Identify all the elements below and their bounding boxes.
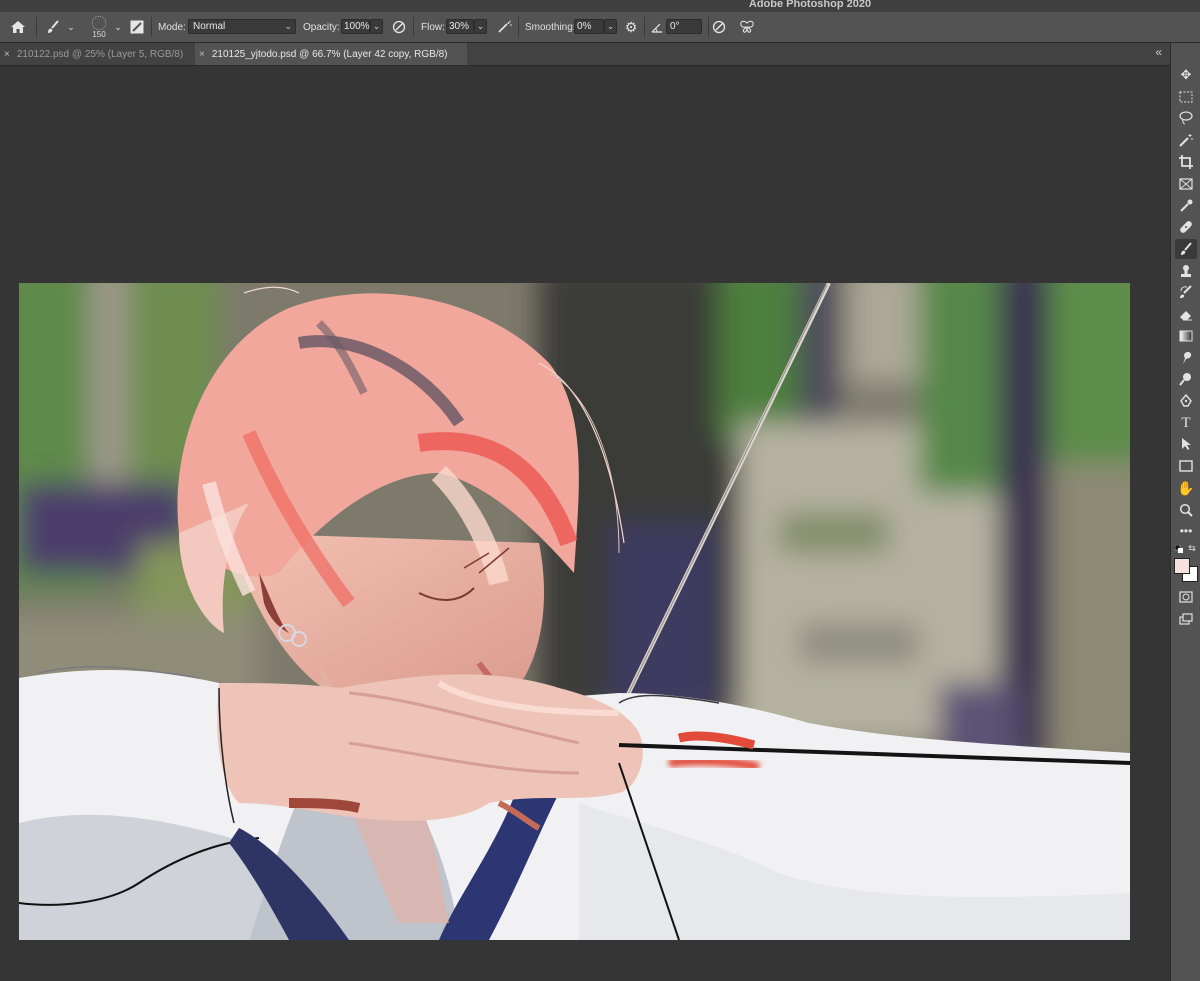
swap-colors-icon[interactable]: ⇆ <box>1187 543 1197 553</box>
smoothing-label: Smoothing: <box>525 21 576 33</box>
angle-icon <box>650 20 664 34</box>
document-tab-active[interactable]: × 210125_yjtodo.psd @ 66.7% (Layer 42 co… <box>195 43 467 65</box>
healing-brush-tool-icon[interactable] <box>1175 217 1197 237</box>
clone-stamp-tool-icon[interactable] <box>1175 261 1197 281</box>
lasso-tool-icon[interactable] <box>1175 108 1197 128</box>
mode-label: Mode: <box>158 21 186 33</box>
zoom-tool-icon[interactable] <box>1175 500 1197 520</box>
flow-field[interactable]: 30% <box>446 19 474 34</box>
tools-panel: ✥ T ✋ ••• ⇆ <box>1170 43 1200 981</box>
chevron-down-icon[interactable]: ⌄ <box>66 21 76 33</box>
gear-icon[interactable]: ⚙ <box>623 19 639 35</box>
screen-mode-icon[interactable] <box>1175 609 1197 629</box>
brush-size-value: 150 <box>92 29 106 39</box>
smoothing-dropdown-button[interactable]: ⌄ <box>604 19 617 34</box>
opacity-label: Opacity: <box>303 21 340 33</box>
collapse-panels-icon[interactable]: « <box>1155 45 1162 59</box>
opacity-value: 100% <box>344 21 370 32</box>
angle-value: 0° <box>670 21 680 32</box>
rectangle-tool-icon[interactable] <box>1175 456 1197 476</box>
smudge-tool-icon[interactable] <box>1175 348 1197 368</box>
symmetry-butterfly-icon[interactable] <box>738 19 756 35</box>
foreground-color-swatch[interactable] <box>1174 558 1190 574</box>
document-canvas[interactable] <box>19 283 1130 940</box>
smoothing-field[interactable]: 0% <box>574 19 604 34</box>
close-icon[interactable]: × <box>199 49 205 60</box>
brush-preset-icon[interactable] <box>44 19 62 35</box>
document-tab-label: 210125_yjtodo.psd @ 66.7% (Layer 42 copy… <box>211 48 448 60</box>
default-colors-icon[interactable] <box>1175 545 1184 554</box>
airbrush-icon[interactable] <box>496 19 514 35</box>
app-title: Adobe Photoshop 2020 <box>748 0 872 10</box>
artwork <box>19 283 1130 940</box>
options-bar: ⌄ 150 ⌄ Mode: Normal ⌄ Opacity: 100% ⌄ F… <box>0 12 1200 43</box>
pressure-size-icon[interactable] <box>711 19 727 35</box>
chevron-down-icon: ⌄ <box>284 21 292 31</box>
brush-settings-panel-icon[interactable] <box>129 19 145 35</box>
brush-size-preview[interactable]: 150 <box>86 14 112 40</box>
mode-dropdown[interactable]: Normal ⌄ <box>188 19 296 34</box>
opacity-dropdown-button[interactable]: ⌄ <box>370 19 383 34</box>
smoothing-value: 0% <box>577 21 592 32</box>
gradient-tool-icon[interactable] <box>1175 326 1197 346</box>
flow-dropdown-button[interactable]: ⌄ <box>474 19 487 34</box>
document-tab-label: 210122.psd @ 25% (Layer 5, RGB/8) <box>16 48 184 60</box>
type-tool-icon[interactable]: T <box>1175 413 1197 433</box>
mode-value: Normal <box>193 21 226 32</box>
brush-tool-icon[interactable] <box>1175 239 1197 259</box>
history-brush-tool-icon[interactable] <box>1175 282 1197 302</box>
flow-label: Flow: <box>421 21 445 33</box>
path-selection-tool-icon[interactable] <box>1175 434 1197 454</box>
magic-wand-tool-icon[interactable] <box>1175 130 1197 150</box>
eraser-tool-icon[interactable] <box>1175 304 1197 324</box>
home-icon[interactable] <box>9 19 27 35</box>
crop-tool-icon[interactable] <box>1175 152 1197 172</box>
angle-field[interactable]: 0° <box>666 19 702 34</box>
document-tab[interactable]: × 210122.psd @ 25% (Layer 5, RGB/8) <box>0 43 194 65</box>
opacity-field[interactable]: 100% <box>341 19 370 34</box>
hand-tool-icon[interactable]: ✋ <box>1175 478 1197 498</box>
pen-tool-icon[interactable] <box>1175 391 1197 411</box>
dodge-tool-icon[interactable] <box>1175 369 1197 389</box>
quick-mask-icon[interactable] <box>1175 587 1197 607</box>
eyedropper-tool-icon[interactable] <box>1175 196 1197 216</box>
title-bar: Adobe Photoshop 2020 <box>0 0 1200 12</box>
more-tools-icon[interactable]: ••• <box>1175 521 1197 541</box>
document-tab-bar: × 210122.psd @ 25% (Layer 5, RGB/8) × 21… <box>0 43 1170 66</box>
pressure-opacity-icon[interactable] <box>391 19 407 35</box>
flow-value: 30% <box>449 21 470 32</box>
move-tool-icon[interactable]: ✥ <box>1175 65 1197 85</box>
marquee-tool-icon[interactable] <box>1175 87 1197 107</box>
close-icon[interactable]: × <box>4 49 10 60</box>
chevron-down-icon[interactable]: ⌄ <box>113 21 123 33</box>
frame-tool-icon[interactable] <box>1175 174 1197 194</box>
